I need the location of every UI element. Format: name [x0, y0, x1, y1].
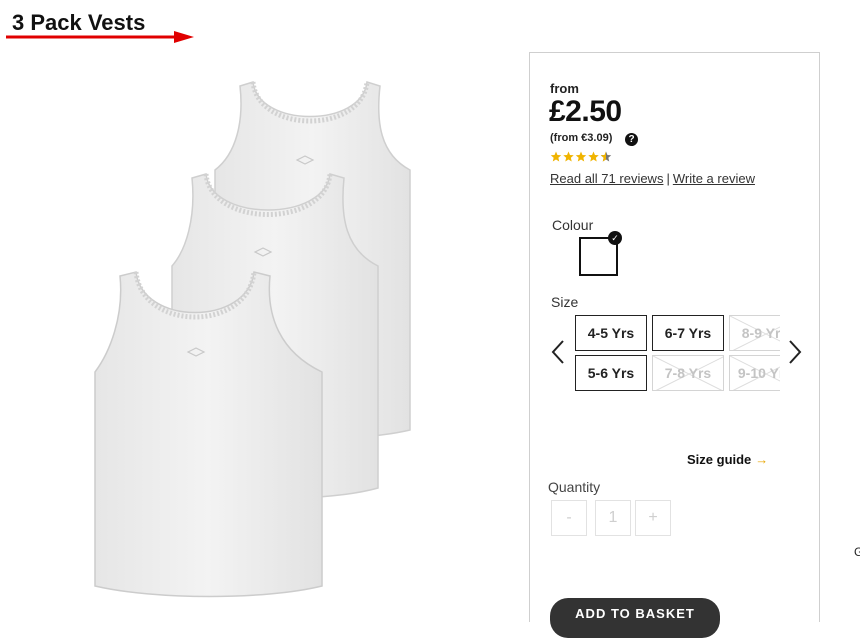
quantity-decrement-button[interactable]: -	[551, 500, 587, 536]
size-option-5-6[interactable]: 5-6 Yrs	[575, 355, 647, 391]
reviews-separator: |	[666, 171, 670, 186]
quantity-label: Quantity	[548, 479, 601, 495]
product-image	[94, 81, 411, 598]
check-icon: ✓	[608, 231, 622, 245]
colour-label: Colour	[552, 217, 594, 233]
title-underline-arrow	[6, 31, 194, 43]
star-icon	[563, 151, 574, 162]
add-to-basket-button[interactable]: ADD TO BASKET	[550, 598, 720, 638]
rating-stars	[550, 151, 612, 162]
size-options: 4-5 Yrs 5-6 Yrs 6-7 Yrs 7-8 Yrs 8-9 Yrs …	[574, 314, 780, 394]
size-guide-link[interactable]: Size guide →	[687, 452, 768, 467]
edge-text: G	[854, 545, 860, 559]
size-guide-label: Size guide	[687, 452, 752, 467]
product-panel: from £2.50 (from €3.09) ? Read all 71 re…	[529, 52, 820, 638]
size-option-8-9[interactable]: 8-9 Yrs	[729, 315, 780, 351]
quantity-input[interactable]: 1	[595, 500, 631, 536]
star-icon	[550, 151, 562, 162]
star-icon	[588, 151, 599, 162]
reviews-row: Read all 71 reviews | Write a review	[550, 171, 755, 186]
star-icon	[575, 151, 587, 162]
size-option-9-10[interactable]: 9-10 Yrs	[729, 355, 780, 391]
help-icon[interactable]: ?	[625, 133, 638, 146]
chevron-left-icon[interactable]	[550, 339, 566, 365]
size-option-7-8[interactable]: 7-8 Yrs	[652, 355, 724, 391]
size-option-6-7[interactable]: 6-7 Yrs	[652, 315, 724, 351]
size-option-4-5[interactable]: 4-5 Yrs	[575, 315, 647, 351]
quantity-increment-button[interactable]: +	[635, 500, 671, 536]
write-review-link[interactable]: Write a review	[673, 171, 755, 186]
size-label: Size	[551, 294, 579, 310]
read-reviews-link[interactable]: Read all 71 reviews	[550, 171, 663, 186]
price: £2.50	[549, 95, 622, 128]
price-euro: (from €3.09)	[550, 132, 613, 144]
from-label: from	[550, 81, 579, 96]
chevron-right-icon[interactable]	[787, 339, 803, 365]
arrow-right-icon: →	[755, 452, 769, 467]
